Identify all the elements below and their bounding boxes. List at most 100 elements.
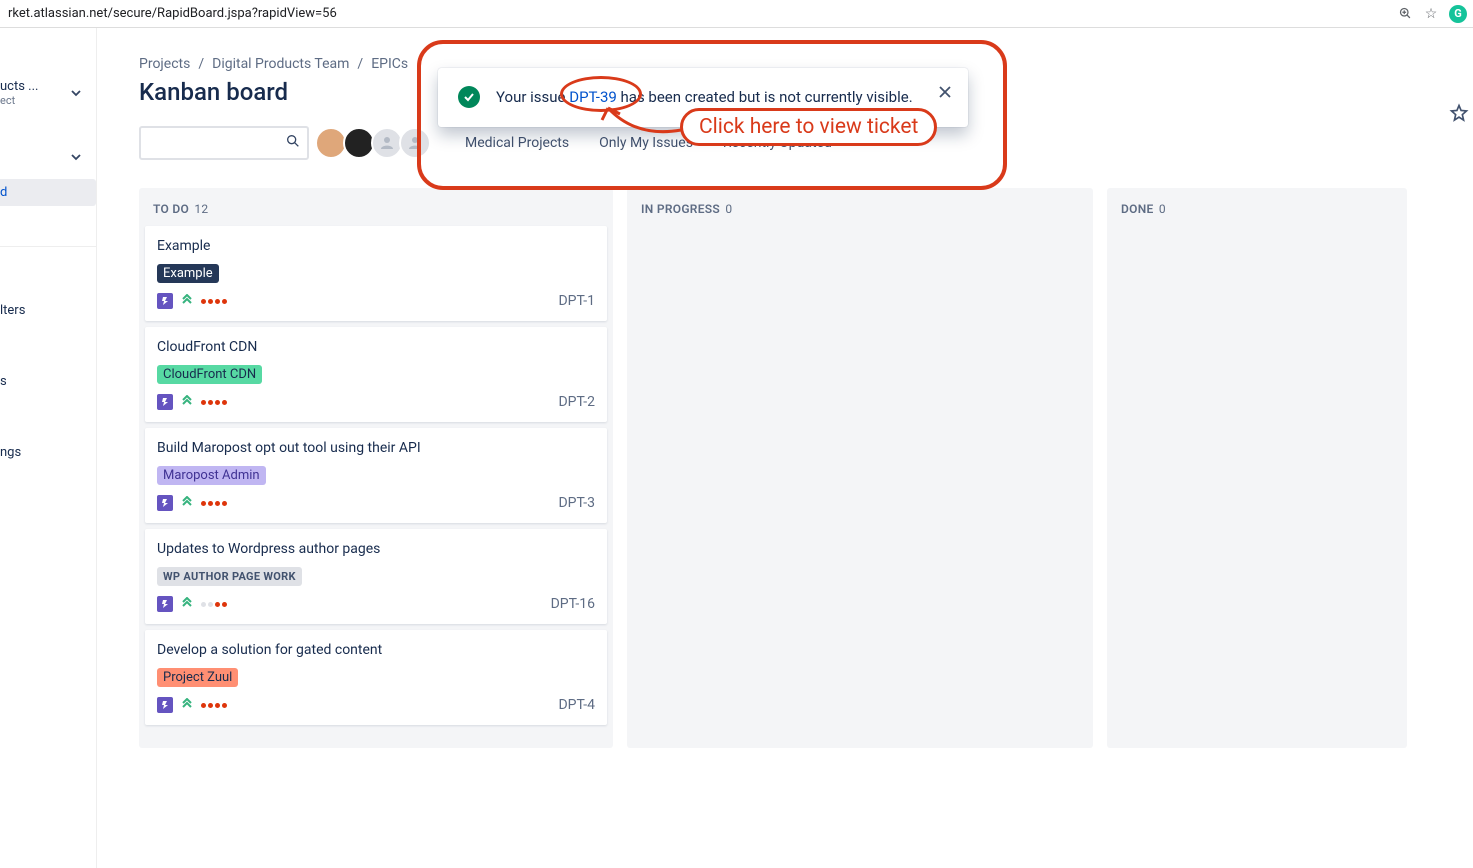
priority-icon — [179, 293, 195, 309]
card-footer: DPT-4 — [157, 697, 595, 713]
quick-filter-medical[interactable]: Medical Projects — [465, 135, 569, 151]
sidebar-project-header[interactable]: ucts ... ect — [0, 73, 96, 113]
issue-key[interactable]: DPT-2 — [558, 394, 595, 410]
search-wrap — [139, 126, 309, 160]
issue-card[interactable]: Updates to Wordpress author pages WP AUTH… — [145, 529, 607, 624]
issue-key[interactable]: DPT-1 — [558, 293, 595, 309]
breadcrumb-team[interactable]: Digital Products Team — [212, 56, 349, 72]
priority-icon — [179, 596, 195, 612]
sidebar-item-s[interactable]: s — [0, 368, 96, 395]
chevron-down-icon[interactable] — [66, 83, 86, 103]
bookmark-star-icon[interactable]: ☆ — [1423, 6, 1439, 22]
priority-icon — [179, 495, 195, 511]
column-header: DONE 0 — [1107, 188, 1407, 226]
sidebar-item-label: ngs — [0, 445, 21, 460]
sidebar-item-settings[interactable]: ngs — [0, 439, 96, 466]
quick-filter-recent[interactable]: Recently Updated — [723, 135, 832, 151]
column-in-progress: IN PROGRESS 0 — [627, 188, 1093, 748]
flag-text-post: has been created but is not currently vi… — [617, 88, 913, 106]
issue-card[interactable]: Develop a solution for gated content Proj… — [145, 630, 607, 725]
success-check-icon — [458, 86, 480, 108]
card-title: Develop a solution for gated content — [157, 642, 595, 658]
breadcrumb-separator: / — [198, 56, 204, 72]
board-toolbar: Medical Projects Only My Issues Recently… — [139, 126, 1473, 160]
issue-key[interactable]: DPT-3 — [558, 495, 595, 511]
card-meta — [157, 596, 227, 612]
days-in-column-dots — [201, 703, 227, 708]
column-count: 0 — [725, 202, 732, 216]
card-meta — [157, 697, 227, 713]
project-name: ucts ... — [0, 79, 38, 94]
sidebar-item-label: d — [0, 185, 7, 200]
column-count: 12 — [194, 202, 208, 216]
avatar[interactable] — [399, 127, 431, 159]
column-name: TO DO — [153, 202, 189, 216]
column-todo: TO DO 12 Example Example DPT-1 CloudFront C… — [139, 188, 613, 748]
issue-card[interactable]: Example Example DPT-1 — [145, 226, 607, 321]
card-footer: DPT-2 — [157, 394, 595, 410]
days-in-column-dots — [201, 602, 227, 607]
epic-type-icon — [157, 394, 173, 410]
sidebar-item-board[interactable]: d — [0, 179, 96, 206]
kanban-board: TO DO 12 Example Example DPT-1 CloudFront C… — [139, 188, 1473, 748]
epic-label[interactable]: Project Zuul — [157, 668, 238, 687]
search-input[interactable] — [139, 126, 309, 160]
success-flag: Your issue DPT-39 has been created but i… — [438, 68, 968, 127]
card-footer: DPT-3 — [157, 495, 595, 511]
flag-message: Your issue DPT-39 has been created but i… — [496, 86, 933, 109]
breadcrumb-epics[interactable]: EPICs — [371, 56, 408, 72]
card-title: Build Maropost opt out tool using their … — [157, 440, 595, 456]
sidebar: ucts ... ect d lters s ngs — [0, 28, 97, 868]
issue-card[interactable]: Build Maropost opt out tool using their … — [145, 428, 607, 523]
flag-text-pre: Your issue — [496, 88, 569, 106]
zoom-icon[interactable] — [1397, 6, 1413, 22]
epic-label[interactable]: Example — [157, 264, 219, 283]
card-footer: DPT-16 — [157, 596, 595, 612]
browser-url-bar: rket.atlassian.net/secure/RapidBoard.jsp… — [0, 0, 1473, 28]
url-bar-icons: ☆ G — [1397, 5, 1467, 23]
days-in-column-dots — [201, 501, 227, 506]
epic-type-icon — [157, 697, 173, 713]
card-title: Updates to Wordpress author pages — [157, 541, 595, 557]
main-content: Projects / Digital Products Team / EPICs… — [97, 28, 1473, 868]
card-title: Example — [157, 238, 595, 254]
days-in-column-dots — [201, 299, 227, 304]
column-name: IN PROGRESS — [641, 202, 720, 216]
project-subtitle: ect — [0, 94, 38, 107]
epic-type-icon — [157, 293, 173, 309]
quick-filter-my-issues[interactable]: Only My Issues — [599, 135, 693, 151]
issue-key[interactable]: DPT-4 — [558, 697, 595, 713]
issue-key[interactable]: DPT-16 — [551, 596, 595, 612]
priority-icon — [179, 394, 195, 410]
sidebar-section-toggle[interactable] — [0, 141, 96, 173]
card-title: CloudFront CDN — [157, 339, 595, 355]
url-text: rket.atlassian.net/secure/RapidBoard.jsp… — [8, 6, 1465, 21]
assignee-avatars — [319, 127, 431, 159]
sidebar-item-filters[interactable]: lters — [0, 297, 96, 324]
breadcrumb-separator: / — [357, 56, 363, 72]
close-icon[interactable] — [938, 84, 952, 103]
epic-label[interactable]: Maropost Admin — [157, 466, 266, 485]
column-name: DONE — [1121, 202, 1154, 216]
chevron-down-icon[interactable] — [66, 147, 86, 167]
sidebar-item-label: lters — [0, 303, 25, 318]
grammarly-icon[interactable]: G — [1449, 5, 1467, 23]
column-done: DONE 0 — [1107, 188, 1407, 748]
column-count: 0 — [1159, 202, 1166, 216]
card-meta — [157, 495, 227, 511]
epic-label[interactable]: WP AUTHOR PAGE WORK — [157, 567, 302, 586]
epic-type-icon — [157, 495, 173, 511]
sidebar-item-label: s — [0, 374, 7, 389]
search-icon[interactable] — [285, 133, 301, 153]
flag-issue-link[interactable]: DPT-39 — [569, 88, 617, 106]
days-in-column-dots — [201, 400, 227, 405]
issue-card[interactable]: CloudFront CDN CloudFront CDN DPT-2 — [145, 327, 607, 422]
card-footer: DPT-1 — [157, 293, 595, 309]
breadcrumb-projects[interactable]: Projects — [139, 56, 190, 72]
card-meta — [157, 293, 227, 309]
column-header: IN PROGRESS 0 — [627, 188, 1093, 226]
card-meta — [157, 394, 227, 410]
quick-filters: Medical Projects Only My Issues Recently… — [465, 135, 832, 151]
star-button[interactable] — [1445, 95, 1473, 131]
epic-label[interactable]: CloudFront CDN — [157, 365, 262, 384]
